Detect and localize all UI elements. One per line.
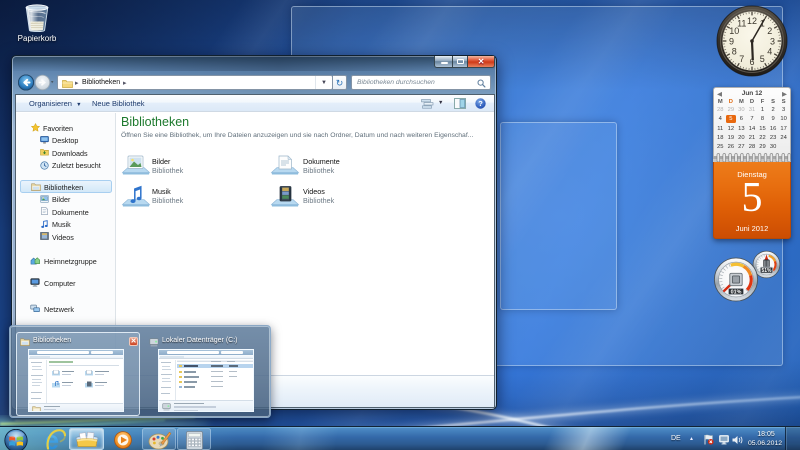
svg-text:01%: 01% — [731, 290, 742, 296]
svg-text:9: 9 — [729, 36, 734, 46]
svg-text:7: 7 — [739, 54, 744, 64]
svg-text:2: 2 — [767, 26, 772, 36]
svg-text:51%: 51% — [761, 268, 772, 274]
svg-text:8: 8 — [732, 47, 737, 57]
svg-text:5: 5 — [760, 54, 765, 64]
svg-text:4: 4 — [767, 47, 772, 57]
svg-text:?: ? — [478, 99, 483, 108]
svg-text:12: 12 — [747, 16, 757, 26]
svg-text:3: 3 — [770, 36, 775, 46]
svg-text:11: 11 — [737, 19, 746, 29]
